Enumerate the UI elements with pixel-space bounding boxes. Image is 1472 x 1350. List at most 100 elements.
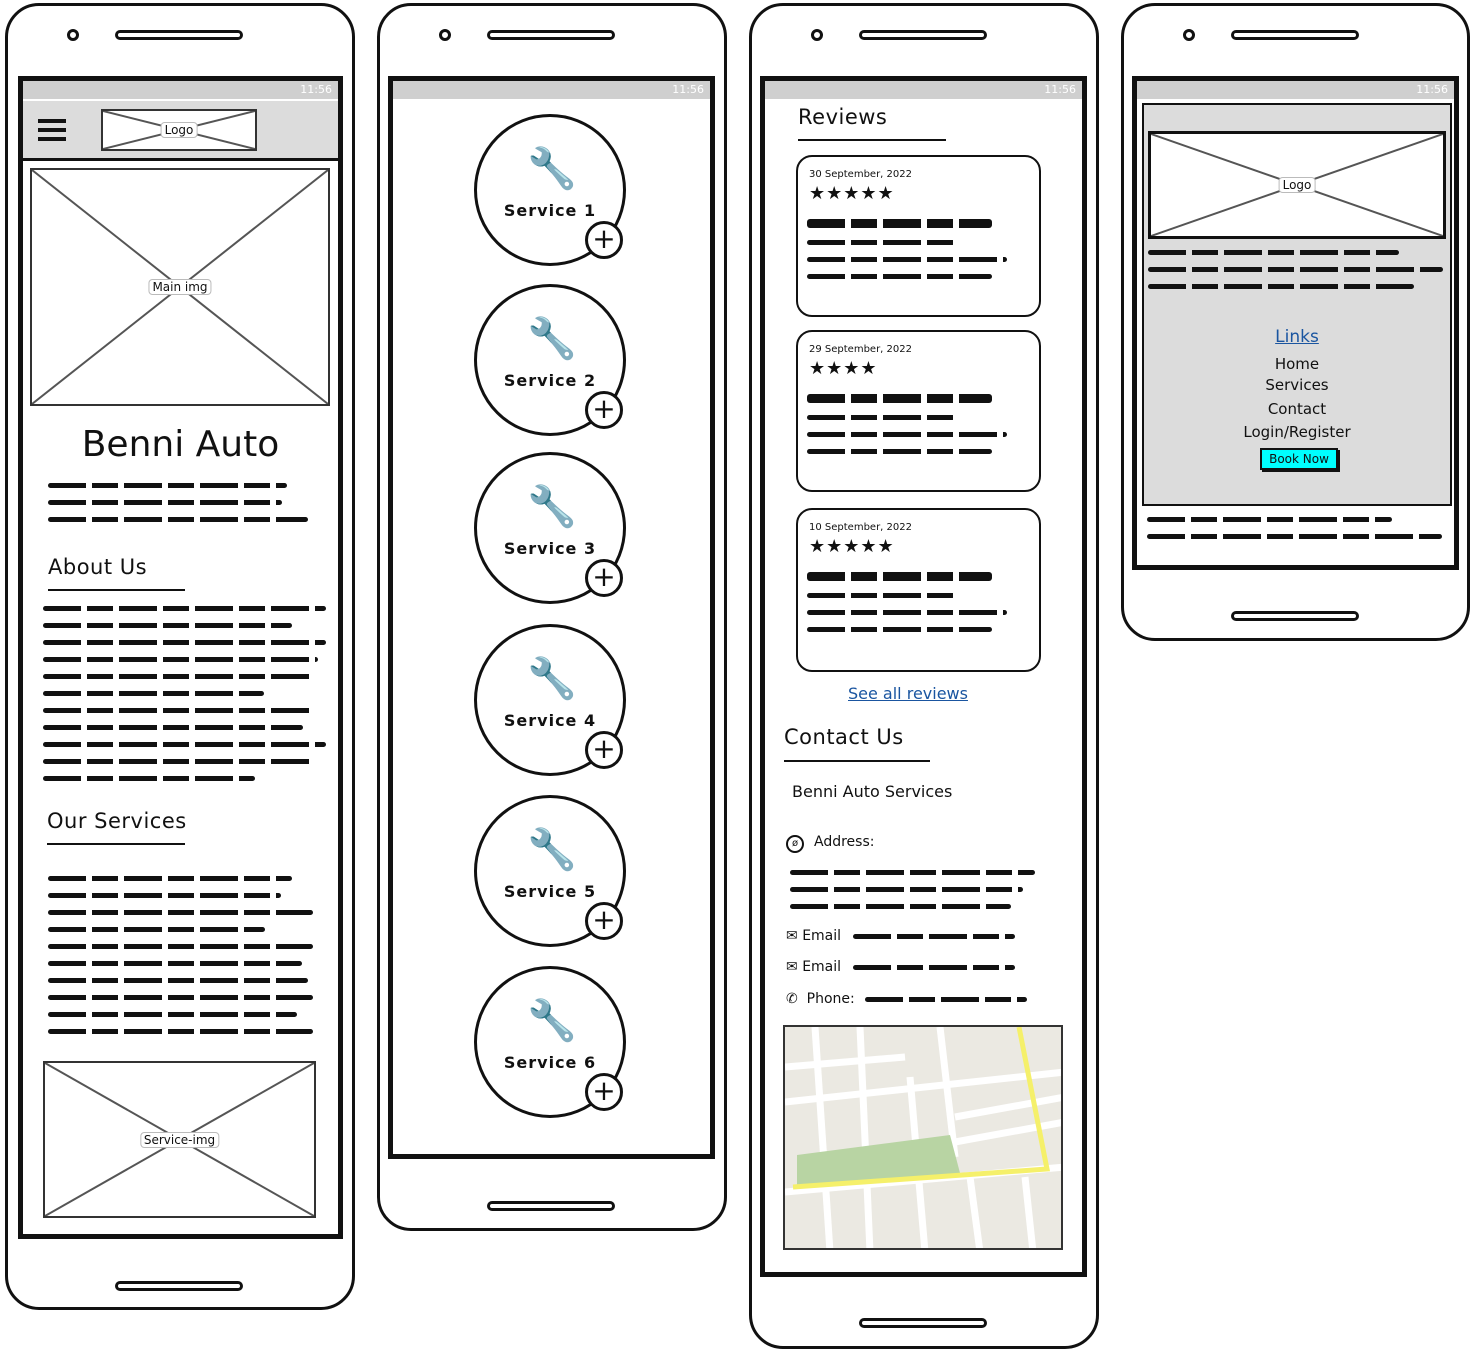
address-text xyxy=(790,870,1035,921)
menu-item-login[interactable]: Login/Register xyxy=(1144,423,1450,441)
clock: 11:56 xyxy=(672,83,704,96)
company-name: Benni Auto Services xyxy=(792,782,953,801)
wrench-icon: 🔧 xyxy=(527,827,577,873)
service-label: Service 2 xyxy=(503,371,597,390)
clock: 11:56 xyxy=(1416,83,1448,96)
add-service-button[interactable]: + xyxy=(585,1073,623,1111)
service-image: Service-img xyxy=(43,1061,316,1218)
camera xyxy=(811,29,823,41)
about-text xyxy=(43,606,326,793)
status-bar: 11:56 xyxy=(393,81,710,99)
home-button[interactable] xyxy=(115,1281,243,1291)
about-heading: About Us xyxy=(48,555,148,579)
service-label: Service 3 xyxy=(503,539,597,558)
service-label: Service 1 xyxy=(503,201,597,220)
side-menu-panel: Logo Links Home Services Contact Login/R… xyxy=(1142,103,1452,506)
book-now-button[interactable]: Book Now xyxy=(1260,448,1338,470)
clock: 11:56 xyxy=(300,83,332,96)
camera xyxy=(67,29,79,41)
status-bar: 11:56 xyxy=(23,81,338,99)
service-item[interactable]: 🔧 Service 2 + xyxy=(474,284,626,436)
logo-label: Logo xyxy=(160,122,198,138)
address-label: Address: xyxy=(814,834,875,850)
menu-logo-image: Logo xyxy=(1148,131,1446,239)
star-rating: ★★★★ xyxy=(809,358,878,379)
wrench-icon: 🔧 xyxy=(527,656,577,702)
services-heading: Our Services xyxy=(47,809,187,833)
service-item[interactable]: 🔧 Service 4 + xyxy=(474,624,626,776)
service-label: Service 6 xyxy=(503,1053,597,1072)
add-service-button[interactable]: + xyxy=(585,902,623,940)
phone-text xyxy=(865,997,1027,1014)
email-row-2: ✉ Email xyxy=(786,959,841,975)
page-title: Benni Auto xyxy=(81,424,280,465)
camera xyxy=(1183,29,1195,41)
wrench-icon: 🔧 xyxy=(527,316,577,362)
see-all-reviews-link[interactable]: See all reviews xyxy=(848,684,968,703)
divider xyxy=(784,760,930,762)
service-item[interactable]: 🔧 Service 6 + xyxy=(474,966,626,1118)
home-button[interactable] xyxy=(859,1318,987,1328)
service-label: Service 5 xyxy=(503,882,597,901)
star-rating: ★★★★★ xyxy=(809,536,895,557)
status-bar: 11:56 xyxy=(765,81,1082,99)
menu-item-services[interactable]: Services xyxy=(1144,376,1450,394)
service-item[interactable]: 🔧 Service 5 + xyxy=(474,795,626,947)
speaker xyxy=(1231,30,1359,40)
divider xyxy=(798,139,946,141)
menu-item-home[interactable]: Home xyxy=(1144,355,1450,373)
star-rating: ★★★★★ xyxy=(809,183,895,204)
email-label: Email xyxy=(802,959,842,975)
camera xyxy=(439,29,451,41)
compass-icon: ø xyxy=(786,835,804,853)
add-service-button[interactable]: + xyxy=(585,731,623,769)
home-button[interactable] xyxy=(487,1201,615,1211)
links-heading[interactable]: Links xyxy=(1144,327,1450,347)
add-service-button[interactable]: + xyxy=(585,221,623,259)
review-date: 30 September, 2022 xyxy=(809,169,912,180)
speaker xyxy=(487,30,615,40)
phone-label: Phone: xyxy=(806,991,855,1007)
main-image-label: Main img xyxy=(148,279,212,295)
email-1-text xyxy=(853,934,1015,951)
speaker xyxy=(859,30,987,40)
footer-text xyxy=(1147,517,1442,551)
review-text xyxy=(807,394,1007,466)
screen-menu: 11:56 Logo Links Home Services Contact L… xyxy=(1132,76,1459,570)
menu-text xyxy=(1148,250,1443,301)
services-text xyxy=(48,876,313,1046)
envelope-icon: ✉ xyxy=(786,928,798,944)
service-image-label: Service-img xyxy=(139,1131,220,1148)
review-date: 29 September, 2022 xyxy=(809,344,912,355)
review-card: 10 September, 2022 ★★★★★ xyxy=(796,508,1041,672)
header-bar: Logo xyxy=(23,101,338,161)
review-date: 10 September, 2022 xyxy=(809,522,912,533)
intro-text xyxy=(48,483,308,534)
review-card: 30 September, 2022 ★★★★★ xyxy=(796,155,1041,317)
hamburger-icon[interactable] xyxy=(38,119,66,141)
wrench-icon: 🔧 xyxy=(527,998,577,1044)
review-card: 29 September, 2022 ★★★★ xyxy=(796,330,1041,492)
add-service-button[interactable]: + xyxy=(585,391,623,429)
home-button[interactable] xyxy=(1231,611,1359,621)
divider xyxy=(47,843,185,845)
phone-row: ✆ Phone: xyxy=(786,991,855,1007)
contact-heading: Contact Us xyxy=(784,725,904,749)
map[interactable] xyxy=(783,1025,1063,1250)
service-label: Service 4 xyxy=(503,711,597,730)
add-service-button[interactable]: + xyxy=(585,559,623,597)
reviews-heading: Reviews xyxy=(798,105,888,129)
wrench-icon: 🔧 xyxy=(527,146,577,192)
status-bar: 11:56 xyxy=(1137,81,1454,99)
review-text xyxy=(807,572,1007,644)
speaker xyxy=(115,30,243,40)
review-text xyxy=(807,219,1007,291)
logo-image[interactable]: Logo xyxy=(101,109,257,151)
email-label: Email xyxy=(802,928,842,944)
service-item[interactable]: 🔧 Service 1 + xyxy=(474,114,626,266)
menu-item-contact[interactable]: Contact xyxy=(1144,400,1450,418)
email-row-1: ✉ Email xyxy=(786,928,841,944)
envelope-icon: ✉ xyxy=(786,959,798,975)
service-item[interactable]: 🔧 Service 3 + xyxy=(474,452,626,604)
main-image: Main img xyxy=(30,168,330,406)
